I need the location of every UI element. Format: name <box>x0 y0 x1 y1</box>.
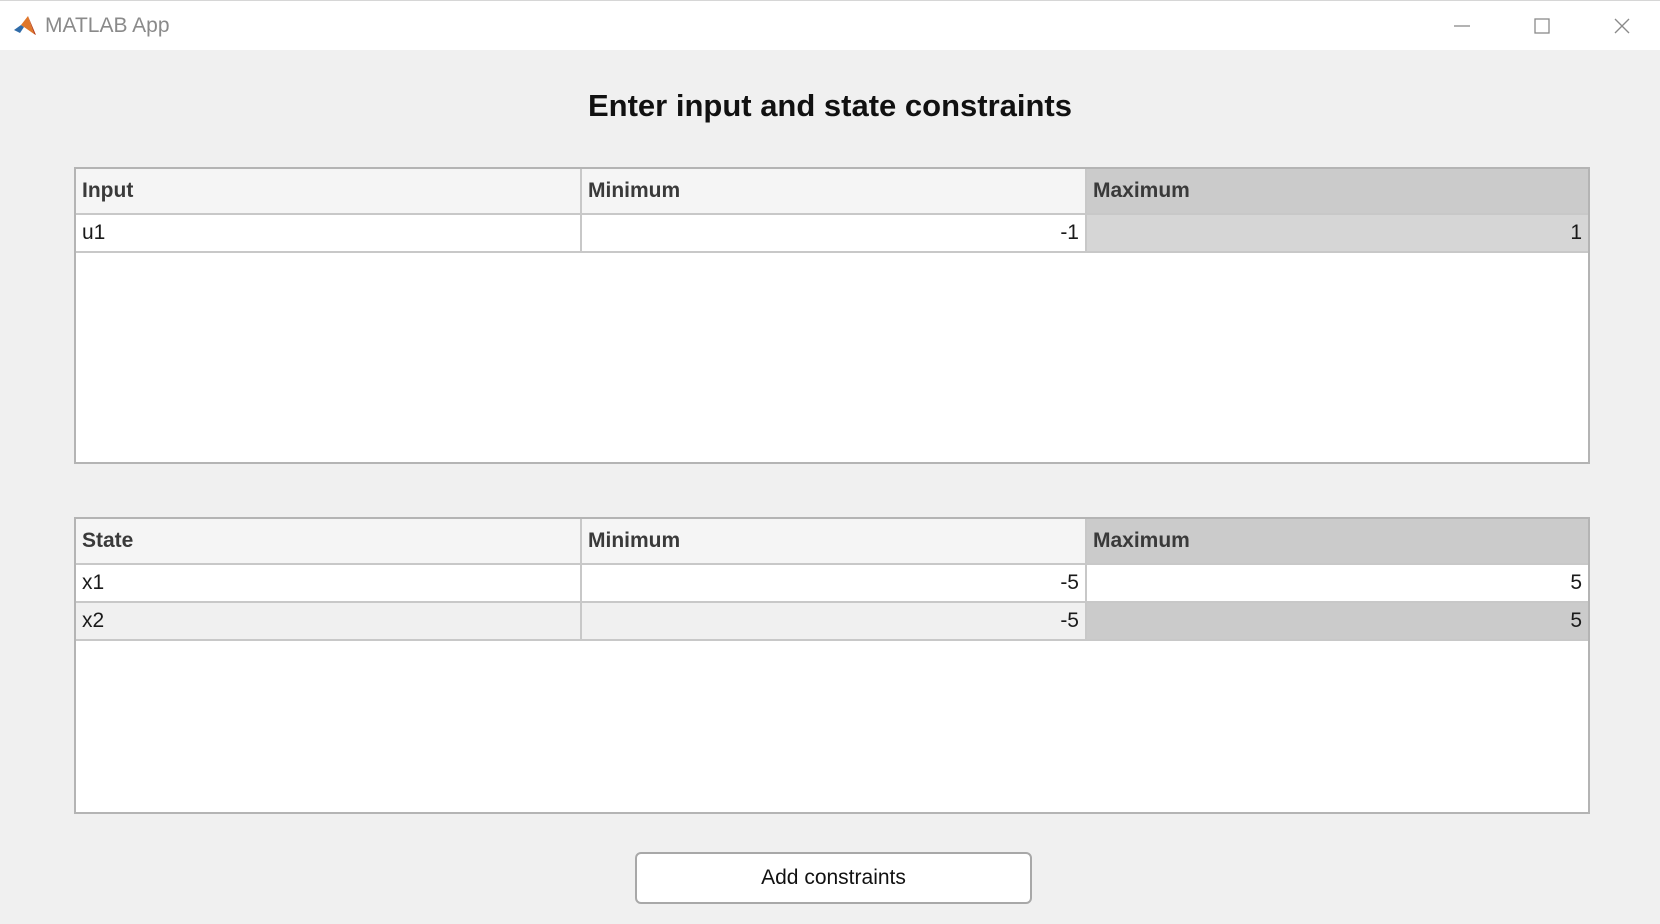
minimize-icon <box>1454 25 1470 27</box>
table-cell-maximum[interactable]: 5 <box>1087 603 1588 639</box>
table-cell-name[interactable]: x1 <box>76 565 582 601</box>
table-row: x1 -5 5 <box>76 565 1588 603</box>
window-title: MATLAB App <box>45 14 170 37</box>
page-title: Enter input and state constraints <box>587 88 1072 123</box>
table-cell-name[interactable]: u1 <box>76 215 582 251</box>
close-icon <box>1614 18 1630 34</box>
maximize-button[interactable] <box>1502 1 1582 51</box>
maximize-icon <box>1534 18 1550 34</box>
column-header-state[interactable]: State <box>76 519 582 563</box>
matlab-logo-icon <box>12 13 38 39</box>
minimize-button[interactable] <box>1422 1 1502 51</box>
table-cell-name[interactable]: x2 <box>76 603 582 639</box>
column-header-minimum[interactable]: Minimum <box>582 519 1087 563</box>
title-bar: MATLAB App <box>0 0 1660 50</box>
add-constraints-button[interactable]: Add constraints <box>635 852 1032 904</box>
table-header-row: State Minimum Maximum <box>76 519 1588 565</box>
close-button[interactable] <box>1582 1 1660 51</box>
table-cell-minimum[interactable]: -5 <box>582 603 1087 639</box>
column-header-minimum[interactable]: Minimum <box>582 169 1087 213</box>
state-constraints-table[interactable]: State Minimum Maximum x1 -5 5 x2 -5 5 <box>74 517 1590 814</box>
app-window: MATLAB App Enter input and state constra… <box>0 0 1660 924</box>
column-header-input[interactable]: Input <box>76 169 582 213</box>
table-cell-minimum[interactable]: -1 <box>582 215 1087 251</box>
table-row: x2 -5 5 <box>76 603 1588 641</box>
column-header-maximum[interactable]: Maximum <box>1087 519 1588 563</box>
table-cell-maximum[interactable]: 5 <box>1087 565 1588 601</box>
table-row: u1 -1 1 <box>76 215 1588 253</box>
input-constraints-table[interactable]: Input Minimum Maximum u1 -1 1 <box>74 167 1590 464</box>
table-cell-minimum[interactable]: -5 <box>582 565 1087 601</box>
table-cell-maximum[interactable]: 1 <box>1087 215 1588 251</box>
table-header-row: Input Minimum Maximum <box>76 169 1588 215</box>
column-header-maximum[interactable]: Maximum <box>1087 169 1588 213</box>
